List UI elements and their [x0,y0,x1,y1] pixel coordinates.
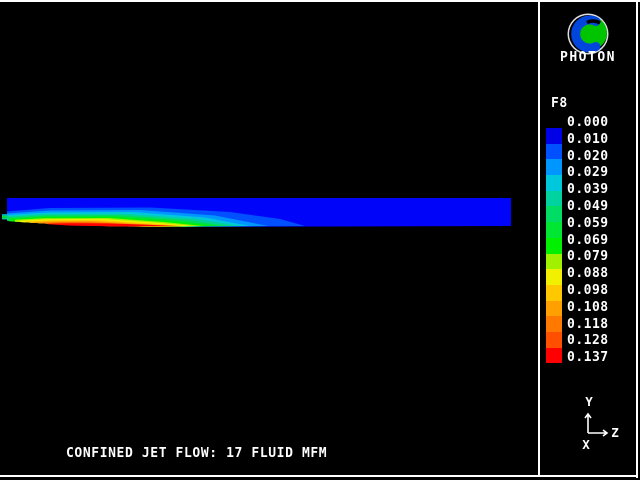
legend-value: 0.010 [567,131,609,147]
axis-z-label: Z [611,425,619,440]
legend-value: 0.088 [567,266,609,282]
sidebar-divider [538,2,540,475]
legend-value: 0.000 [567,115,609,130]
legend-value: 0.128 [567,333,609,349]
legend-swatch [546,300,562,317]
legend-swatch [546,222,562,238]
jet-contour-bands [2,198,511,227]
photon-window: { "app": { "name": "PHOTON" }, "sidebar"… [0,0,640,480]
legend-swatch [546,269,562,285]
legend-value: 0.079 [567,249,609,265]
legend-values: 0.000 0.010 0.020 0.029 0.039 0.049 0.059 0.069… [567,115,627,367]
legend-value: 0.069 [567,232,609,248]
legend-swatch [546,175,562,191]
legend-value: 0.059 [567,215,609,231]
legend-value: 0.020 [567,148,609,164]
legend-swatch [546,128,562,144]
axis-right-arrow [588,429,609,437]
legend-swatch [546,237,562,254]
legend-value: 0.108 [567,299,609,315]
axis-up-arrow [584,412,592,433]
axis-triad: Y Z X [582,394,619,452]
legend-value: 0.049 [567,198,609,214]
legend-swatch [546,316,562,332]
plot-viewport[interactable]: CONFINED JET FLOW: 17 FLUID MFM [0,2,538,475]
legend-value: 0.039 [567,182,609,198]
legend-field-label: F8 [551,96,568,111]
legend-value: 0.137 [567,350,609,366]
legend-swatch [546,159,562,176]
legend-value: 0.098 [567,282,609,298]
logo-label: PHOTON [560,50,616,65]
legend-swatch [546,190,562,207]
axis-x-label: X [582,437,590,452]
legend-swatch [546,143,562,160]
legend-swatch [546,331,562,348]
legend-swatch [546,206,562,223]
window-frame-bottom [0,475,638,477]
window-frame-right [636,0,638,478]
legend-swatch [546,253,562,270]
legend-swatches [546,128,562,364]
window-frame-top [0,0,640,2]
plot-caption: CONFINED JET FLOW: 17 FLUID MFM [66,446,328,461]
axis-y-label: Y [585,394,593,409]
legend-value: 0.029 [567,165,609,181]
legend-swatch [546,347,562,364]
contour-plot [2,198,511,227]
legend-swatch [546,284,562,301]
legend-value: 0.118 [567,316,609,332]
